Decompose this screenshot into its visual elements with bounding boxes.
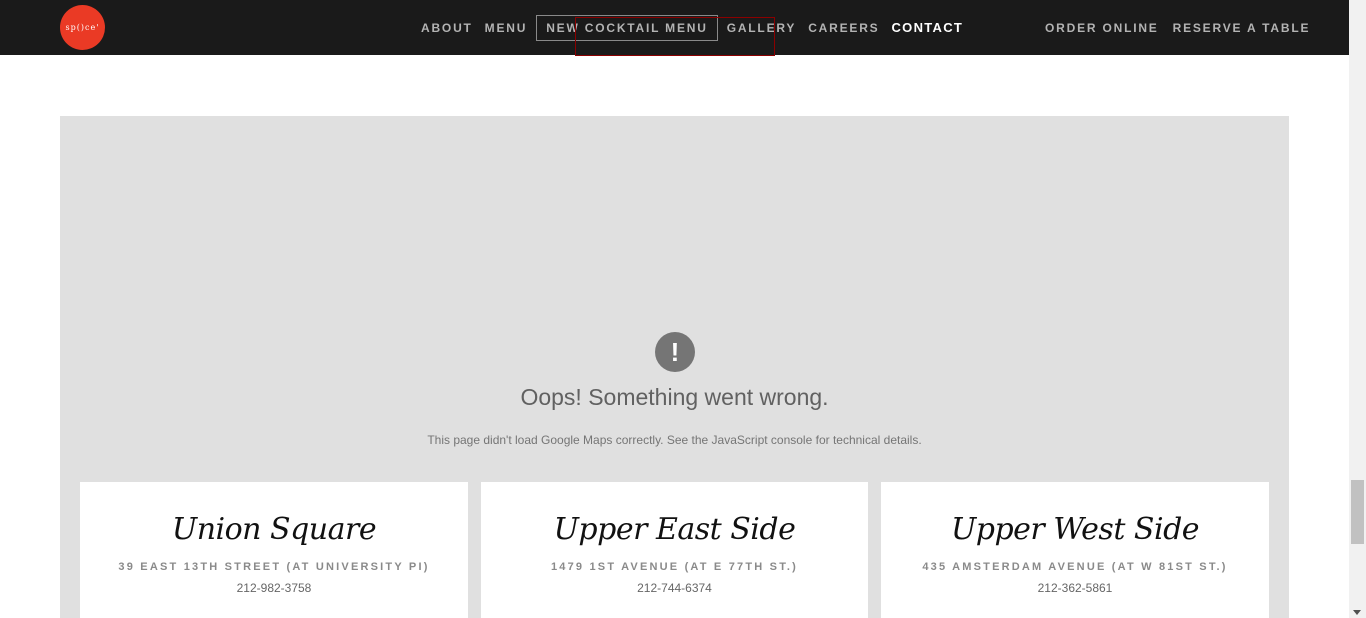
- location-card-upper-west-side: Upper West Side 435 AMSTERDAM AVENUE (AT…: [881, 482, 1269, 618]
- secondary-nav: ORDER ONLINE RESERVE A TABLE: [1038, 0, 1317, 55]
- location-name: Union Square: [171, 512, 377, 547]
- nav-menu[interactable]: MENU: [479, 21, 534, 35]
- nav-gallery[interactable]: GALLERY: [721, 21, 803, 35]
- main-nav: ABOUT MENU NEW COCKTAIL MENU GALLERY CAR…: [415, 0, 969, 55]
- scrollbar-thumb[interactable]: [1351, 480, 1364, 544]
- location-address: 435 AMSTERDAM AVENUE (AT W 81ST ST.): [922, 561, 1228, 573]
- location-card-union-square: Union Square 39 EAST 13TH STREET (AT UNI…: [80, 482, 468, 618]
- location-card-upper-east-side: Upper East Side 1479 1ST AVENUE (AT E 77…: [481, 482, 868, 618]
- nav-careers[interactable]: CAREERS: [802, 21, 885, 35]
- scroll-down-arrow-icon[interactable]: [1353, 610, 1361, 615]
- scrollbar[interactable]: [1349, 0, 1366, 618]
- location-address: 39 EAST 13TH STREET (AT UNIVERSITY PI): [118, 561, 430, 573]
- nav-about[interactable]: ABOUT: [415, 21, 479, 35]
- nav-new-cocktail-menu[interactable]: NEW COCKTAIL MENU: [536, 14, 718, 41]
- site-header: sp()ce' ABOUT MENU NEW COCKTAIL MENU GAL…: [0, 0, 1349, 55]
- location-name: Upper West Side: [950, 512, 1200, 547]
- location-address: 1479 1ST AVENUE (AT E 77TH ST.): [550, 561, 799, 573]
- nav-reserve-table[interactable]: RESERVE A TABLE: [1166, 21, 1318, 35]
- location-phone[interactable]: 212-982-3758: [80, 581, 468, 595]
- nav-contact[interactable]: CONTACT: [885, 20, 969, 35]
- logo-text: sp()ce': [65, 23, 100, 32]
- error-title: Oops! Something went wrong.: [520, 384, 829, 410]
- logo[interactable]: sp()ce': [60, 5, 105, 50]
- location-name: Upper East Side: [553, 512, 796, 547]
- location-phone[interactable]: 212-362-5861: [881, 581, 1269, 595]
- error-description: This page didn't load Google Maps correc…: [427, 433, 922, 447]
- nav-order-online[interactable]: ORDER ONLINE: [1038, 21, 1166, 35]
- location-phone[interactable]: 212-744-6374: [481, 581, 868, 595]
- error-icon: !: [655, 332, 695, 372]
